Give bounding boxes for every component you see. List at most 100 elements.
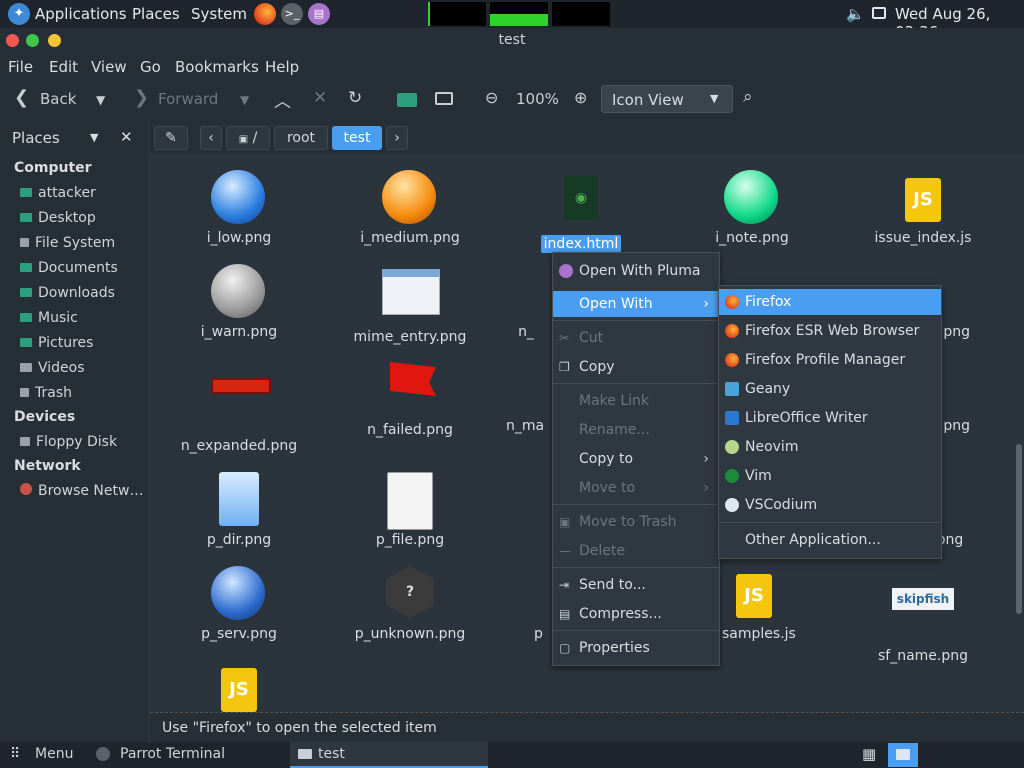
back-arrow-icon[interactable]: ❮ <box>14 87 29 108</box>
applications-menu[interactable]: Applications <box>35 5 127 23</box>
file-item[interactable]: p_file.png <box>335 472 485 548</box>
sidebar-item-videos[interactable]: Videos <box>20 360 146 380</box>
edit-location-button[interactable]: ✎ <box>154 126 188 150</box>
reload-icon[interactable]: ↻ <box>348 88 362 108</box>
sidebar-item-attacker[interactable]: attacker <box>20 185 146 205</box>
sidebar-item-browse-network[interactable]: Browse Netw… <box>20 483 146 503</box>
zoom-in-icon[interactable]: ⊕ <box>574 88 587 107</box>
file-item[interactable]: p_serv.png <box>164 566 314 642</box>
zoom-out-icon[interactable]: ⊖ <box>485 88 498 107</box>
menu-item-open-with-pluma[interactable]: Open With Pluma <box>553 258 719 284</box>
text-editor-launcher-icon[interactable]: ▤ <box>308 3 330 25</box>
file-item[interactable]: ? p_unknown.png <box>335 566 485 642</box>
path-crumb-test[interactable]: test <box>332 126 382 150</box>
menu-bookmarks[interactable]: Bookmarks <box>175 58 259 76</box>
geany-icon <box>725 382 739 396</box>
file-item[interactable]: n_failed.png <box>335 358 485 438</box>
menu-item-copy[interactable]: ❐ Copy <box>553 354 719 380</box>
copy-icon: ❐ <box>559 360 570 374</box>
menu-item-copy-to[interactable]: Copy to › <box>553 446 719 472</box>
menu-go[interactable]: Go <box>140 58 161 76</box>
path-scroll-left-button[interactable]: ‹ <box>200 126 222 150</box>
menu-button[interactable]: Menu <box>35 746 73 762</box>
menu-item-open-with[interactable]: Open With › <box>553 291 719 317</box>
menu-item-send-to[interactable]: ⇥ Send to... <box>553 572 719 598</box>
green-orb-icon <box>724 170 780 226</box>
file-item[interactable]: mime_entry.png <box>335 264 485 345</box>
submenu-item-libreoffice-writer[interactable]: LibreOffice Writer <box>719 405 941 431</box>
file-item[interactable]: i_note.png <box>677 170 827 246</box>
path-scroll-right-button[interactable]: › <box>386 126 408 150</box>
sidebar-item-music[interactable]: Music <box>20 310 146 330</box>
submenu-item-vim[interactable]: Vim <box>719 463 941 489</box>
display-icon[interactable] <box>872 7 886 19</box>
file-item[interactable]: i_medium.png <box>335 170 485 246</box>
places-menu[interactable]: Places <box>132 5 180 23</box>
firefox-launcher-icon[interactable] <box>254 3 276 25</box>
path-crumb-root[interactable]: root <box>274 126 328 150</box>
menu-item-compress[interactable]: ▤ Compress... <box>553 601 719 627</box>
system-menu[interactable]: System <box>191 5 247 23</box>
taskbar-item-terminal[interactable]: Parrot Terminal <box>90 742 286 768</box>
submenu-item-geany[interactable]: Geany <box>719 376 941 402</box>
scissors-icon: ✂ <box>559 331 570 345</box>
file-item[interactable]: n_expanded.png <box>164 358 314 454</box>
view-mode-select[interactable]: Icon View ▼ <box>601 85 733 113</box>
globe-server-icon <box>211 566 267 622</box>
sidebar-item-downloads[interactable]: Downloads <box>20 285 146 305</box>
submenu-item-neovim[interactable]: Neovim <box>719 434 941 460</box>
file-item[interactable]: JS <box>164 660 314 716</box>
menu-edit[interactable]: Edit <box>49 58 78 76</box>
sidebar-item-pictures[interactable]: Pictures <box>20 335 146 355</box>
gray-orb-icon <box>211 264 267 320</box>
window-title: test <box>498 32 526 48</box>
sidebar-close-icon[interactable]: ✕ <box>120 128 133 146</box>
show-desktop-button[interactable] <box>888 743 918 767</box>
file-item[interactable]: JS issue_index.js <box>848 170 998 246</box>
menu-view[interactable]: View <box>91 58 127 76</box>
delete-icon: — <box>559 544 571 558</box>
terminal-launcher-icon[interactable]: >_ <box>281 3 303 25</box>
back-button[interactable]: Back <box>40 90 76 108</box>
menu-item-properties[interactable]: ▢ Properties <box>553 635 719 661</box>
sidebar-item-trash[interactable]: Trash <box>20 385 146 405</box>
menu-help[interactable]: Help <box>265 58 299 76</box>
home-folder-icon[interactable] <box>397 93 417 107</box>
file-item[interactable]: n_ <box>506 264 546 340</box>
back-history-chevron-icon[interactable]: ▼ <box>96 93 105 107</box>
submenu-item-vscodium[interactable]: VSCodium <box>719 492 941 518</box>
up-arrow-icon[interactable]: ︿ <box>274 87 291 112</box>
submenu-item-firefox[interactable]: Firefox <box>719 289 941 315</box>
submenu-item-firefox-profile-manager[interactable]: Firefox Profile Manager <box>719 347 941 373</box>
path-root-button[interactable]: ▣ / <box>226 126 270 150</box>
workspace-switcher-icon[interactable]: ▦ <box>862 745 876 763</box>
app-grid-icon[interactable]: ⠿ <box>10 746 20 762</box>
file-item[interactable]: i_low.png <box>164 170 314 246</box>
file-item[interactable]: p_dir.png <box>164 472 314 548</box>
sidebar-item-floppy-disk[interactable]: Floppy Disk <box>20 434 146 454</box>
computer-icon[interactable] <box>435 92 453 105</box>
sidebar-item-file-system[interactable]: File System <box>20 235 146 255</box>
volume-icon[interactable]: 🔈 <box>846 5 865 23</box>
taskbar-item-test-folder[interactable]: test <box>290 742 488 768</box>
search-icon[interactable]: ⌕ <box>743 87 753 107</box>
file-item[interactable]: p <box>534 566 554 642</box>
sidebar-section-network: Network <box>14 458 81 474</box>
sidebar-item-desktop[interactable]: Desktop <box>20 210 146 230</box>
menu-file[interactable]: File <box>8 58 33 76</box>
sidebar-mode-chevron-icon[interactable]: ▼ <box>90 131 98 144</box>
file-item[interactable]: skipfish sf_name.png <box>848 566 998 664</box>
sidebar-section-devices: Devices <box>14 409 76 425</box>
submenu-item-other-application[interactable]: Other Application... <box>719 527 941 553</box>
vertical-scrollbar[interactable] <box>1014 154 1024 712</box>
file-item-selected[interactable]: ◉ index.html <box>506 170 656 253</box>
cpu-monitor-graph <box>428 2 486 26</box>
file-item[interactable]: i_warn.png <box>164 264 314 340</box>
scrollbar-thumb[interactable] <box>1016 444 1022 614</box>
file-item[interactable]: n_ma <box>506 358 550 434</box>
menu-item-move-to-trash: ▣ Move to Trash <box>553 509 719 535</box>
parrot-logo-icon[interactable]: ✦ <box>8 3 30 25</box>
sidebar-item-documents[interactable]: Documents <box>20 260 146 280</box>
submenu-item-firefox-esr[interactable]: Firefox ESR Web Browser <box>719 318 941 344</box>
forward-history-chevron-icon: ▼ <box>240 93 250 107</box>
